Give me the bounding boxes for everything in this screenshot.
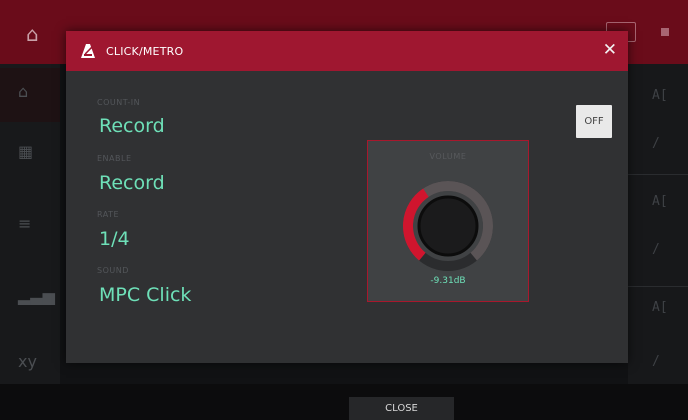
sound-value[interactable]: MPC Click — [99, 284, 191, 306]
count-in-label: COUNT-IN — [97, 98, 141, 107]
rate-value[interactable]: 1/4 — [99, 228, 130, 250]
right-label: A[ — [652, 194, 668, 209]
close-button[interactable]: CLOSE — [349, 397, 454, 420]
level-bars-icon[interactable]: ▂▃▅ — [18, 286, 55, 305]
volume-panel[interactable]: VOLUME -9.31dB — [367, 140, 529, 302]
dialog-header: CLICK/METRO ✕ — [66, 31, 628, 71]
home-icon[interactable]: ⌂ — [18, 82, 28, 101]
search-list-icon[interactable]: ≡ — [18, 214, 31, 233]
right-label: A[ — [652, 88, 668, 103]
rate-label: RATE — [97, 210, 120, 219]
volume-label: VOLUME — [429, 152, 467, 161]
bottom-bar — [0, 384, 688, 420]
sound-label: SOUND — [97, 266, 129, 275]
right-column: A[ / A[ / A[ / — [628, 64, 688, 384]
menu-square-icon[interactable] — [661, 28, 669, 36]
right-label: A[ — [652, 300, 668, 315]
left-toolbar: ⌂ ▦ ≡ ▂▃▅ xy — [0, 64, 60, 384]
home-icon[interactable]: ⌂ — [26, 22, 39, 46]
volume-value: -9.31dB — [430, 276, 466, 286]
metronome-icon — [81, 44, 95, 58]
pencil-icon[interactable]: / — [652, 136, 660, 151]
close-icon[interactable]: ✕ — [603, 40, 617, 60]
divider — [628, 286, 688, 287]
xy-icon[interactable]: xy — [18, 352, 37, 371]
enable-label: ENABLE — [97, 154, 132, 163]
volume-knob[interactable] — [402, 180, 494, 272]
knob-cap — [417, 195, 479, 257]
enable-value[interactable]: Record — [99, 172, 165, 194]
count-in-value[interactable]: Record — [99, 115, 165, 137]
click-metro-dialog: CLICK/METRO ✕ COUNT-IN Record ENABLE Rec… — [66, 31, 628, 363]
pencil-icon[interactable]: / — [652, 354, 660, 369]
divider — [628, 174, 688, 175]
grid-icon[interactable]: ▦ — [18, 142, 33, 161]
dialog-title: CLICK/METRO — [106, 45, 184, 58]
pencil-icon[interactable]: / — [652, 242, 660, 257]
off-toggle-button[interactable]: OFF — [576, 105, 612, 138]
left-toolbar-selected — [0, 68, 60, 122]
